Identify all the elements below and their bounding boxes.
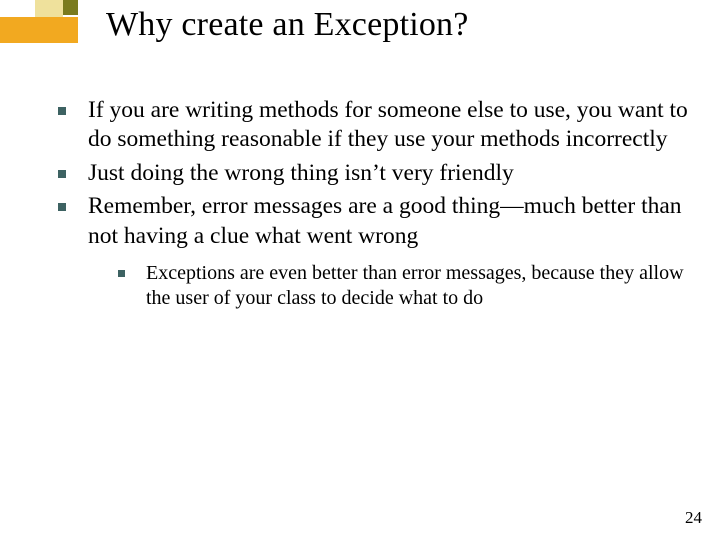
bullet-text: Exceptions are even better than error me… <box>146 262 684 309</box>
slide: Why create an Exception? If you are writ… <box>0 0 720 540</box>
decor-block-olive <box>63 0 78 15</box>
bullet-text: Remember, error messages are a good thin… <box>88 193 682 248</box>
list-item: If you are writing methods for someone e… <box>30 96 690 155</box>
list-item: Remember, error messages are a good thin… <box>30 192 690 311</box>
bullet-text: Just doing the wrong thing isn’t very fr… <box>88 160 514 186</box>
list-item: Just doing the wrong thing isn’t very fr… <box>30 159 690 188</box>
slide-body: If you are writing methods for someone e… <box>30 96 690 315</box>
bullet-list: If you are writing methods for someone e… <box>30 96 690 311</box>
decor-block-orange <box>0 17 78 43</box>
slide-title: Why create an Exception? <box>106 6 469 44</box>
list-item: Exceptions are even better than error me… <box>88 261 690 311</box>
bullet-text: If you are writing methods for someone e… <box>88 97 688 152</box>
sub-bullet-list: Exceptions are even better than error me… <box>88 261 690 311</box>
page-number: 24 <box>685 508 702 528</box>
